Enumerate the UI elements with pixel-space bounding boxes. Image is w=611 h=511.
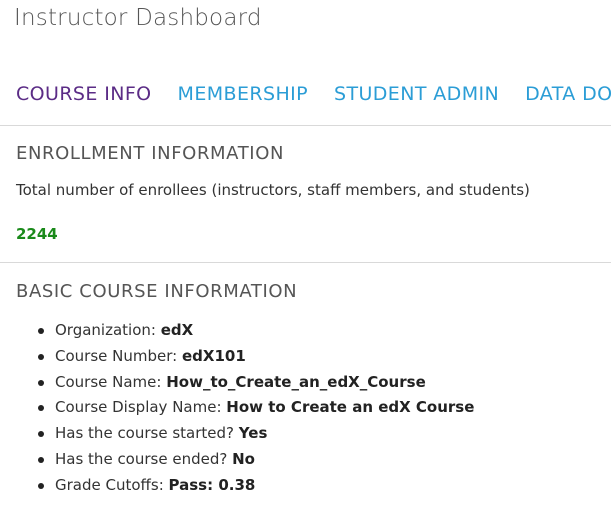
info-value: Yes bbox=[238, 424, 268, 443]
info-label: Organization: bbox=[55, 321, 156, 339]
info-value: How_to_Create_an_edX_Course bbox=[166, 372, 426, 391]
basic-info-list: Organization: edX Course Number: edX101 … bbox=[38, 318, 474, 499]
info-label: Has the course started? bbox=[55, 424, 234, 443]
info-value: edX101 bbox=[181, 346, 246, 365]
enrollment-heading: ENROLLMENT INFORMATION bbox=[16, 143, 285, 164]
tab-course-info[interactable]: COURSE INFO bbox=[16, 83, 152, 105]
basic-info-heading: BASIC COURSE INFORMATION bbox=[16, 281, 298, 302]
info-course-display-name: Course Display Name: How to Create an ed… bbox=[38, 395, 474, 421]
info-label: Course Display Name: bbox=[55, 398, 222, 417]
divider bbox=[0, 125, 611, 126]
info-label: Has the course ended? bbox=[55, 449, 228, 468]
bullet-icon bbox=[38, 328, 44, 334]
info-course-name: Course Name: How_to_Create_an_edX_Course bbox=[38, 370, 474, 396]
bullet-icon bbox=[38, 353, 44, 360]
tab-student-admin[interactable]: STUDENT ADMIN bbox=[334, 83, 499, 105]
info-course-number: Course Number: edX101 bbox=[38, 344, 474, 370]
info-label: Grade Cutoffs: bbox=[55, 475, 164, 494]
bullet-icon bbox=[38, 379, 44, 386]
dashboard-tabs: COURSE INFO MEMBERSHIP STUDENT ADMIN DATA D… bbox=[16, 83, 611, 105]
tab-membership[interactable]: MEMBERSHIP bbox=[178, 83, 308, 105]
tab-data-download[interactable]: DATA DO bbox=[525, 83, 611, 105]
info-value: Pass: 0.38 bbox=[168, 475, 256, 494]
info-course-ended: Has the course ended? No bbox=[38, 447, 474, 473]
info-label: Course Number: bbox=[55, 346, 178, 365]
info-grade-cutoffs: Grade Cutoffs: Pass: 0.38 bbox=[38, 473, 474, 499]
enrollment-count: 2244 bbox=[16, 225, 58, 243]
bullet-icon bbox=[38, 456, 44, 463]
enrollment-description: Total number of enrollees (instructors, … bbox=[16, 181, 530, 199]
bullet-icon bbox=[38, 405, 44, 412]
divider bbox=[0, 262, 611, 263]
info-course-started: Has the course started? Yes bbox=[38, 421, 474, 447]
info-organization: Organization: edX bbox=[38, 318, 474, 344]
info-label: Course Name: bbox=[55, 372, 162, 391]
info-value: edX bbox=[160, 321, 194, 339]
info-value: No bbox=[232, 449, 255, 468]
bullet-icon bbox=[38, 482, 44, 489]
info-value: How to Create an edX Course bbox=[226, 398, 475, 417]
bullet-icon bbox=[38, 431, 44, 438]
page-title: Instructor Dashboard bbox=[14, 5, 262, 31]
